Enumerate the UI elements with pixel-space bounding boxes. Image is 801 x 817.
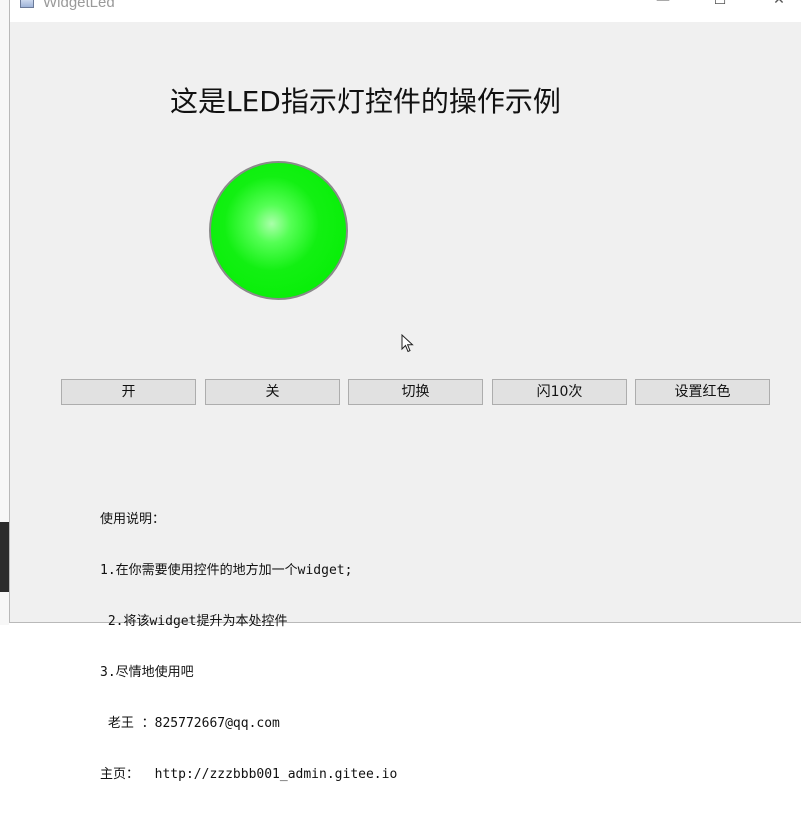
maximize-button[interactable]: ☐ xyxy=(705,0,735,12)
page-title: 这是LED指示灯控件的操作示例 xyxy=(170,85,561,118)
instruction-line: 2.将该widget提升为本处控件 xyxy=(100,614,288,629)
contact-line: 老王 ：825772667@qq.com xyxy=(100,716,280,731)
usage-instructions: 使用说明： 1.在你需要使用控件的地方加一个widget; 2.将该widget… xyxy=(100,477,397,817)
main-window: WidgetLed — ☐ ✕ 这是LED指示灯控件的操作示例 开 关 切换 闪… xyxy=(9,0,801,782)
window-title: WidgetLed xyxy=(43,0,115,11)
mouse-cursor-icon xyxy=(401,334,414,353)
toggle-button[interactable]: 切换 xyxy=(348,379,483,405)
minimize-button[interactable]: — xyxy=(648,0,678,12)
background-terminal-edge xyxy=(0,522,9,592)
title-bar[interactable]: WidgetLed — ☐ ✕ xyxy=(10,0,801,22)
led-indicator xyxy=(209,161,348,300)
homepage-line: 主页： http://zzzbbb001_admin.gitee.io xyxy=(100,767,398,782)
instruction-line: 使用说明： xyxy=(100,512,166,527)
app-window-icon xyxy=(20,0,34,8)
on-button[interactable]: 开 xyxy=(61,379,196,405)
instruction-line: 3.尽情地使用吧 xyxy=(100,665,194,680)
off-button[interactable]: 关 xyxy=(205,379,340,405)
blink-button[interactable]: 闪10次 xyxy=(492,379,627,405)
set-red-button[interactable]: 设置红色 xyxy=(635,379,770,405)
close-button[interactable]: ✕ xyxy=(764,0,794,12)
instruction-line: 1.在你需要使用控件的地方加一个widget; xyxy=(100,563,353,578)
